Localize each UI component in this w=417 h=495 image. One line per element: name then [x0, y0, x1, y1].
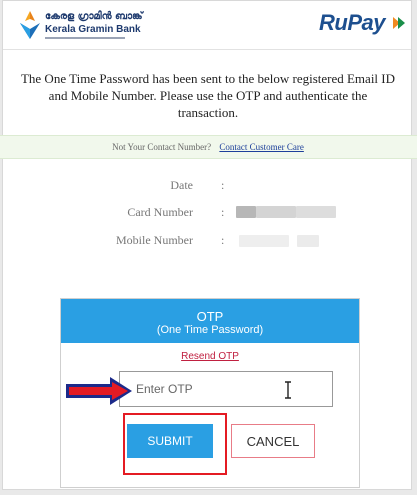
mobile-number-label: Mobile Number [116, 233, 193, 247]
otp-subtitle: (One Time Password) [156, 324, 264, 336]
text-cursor-icon [285, 381, 291, 399]
otp-input[interactable] [119, 371, 333, 407]
mobile-number-colon: : [221, 233, 225, 247]
mobile-number-redacted [297, 235, 319, 247]
card-number-redacted [296, 206, 336, 218]
card-number-redacted [256, 206, 296, 218]
otp-panel-header: OTP (One Time Password) [61, 299, 359, 343]
bank-name: Kerala Gramin Bank [45, 24, 141, 35]
card-number-redacted [236, 206, 256, 218]
resend-otp-link[interactable]: Resend OTP [61, 351, 359, 362]
rupay-arrow-icon [393, 17, 405, 29]
red-arrow-icon [66, 377, 132, 405]
page-header: കേരള ഗ്രാമിൻ ബാങ്ക് Kerala Gramin Bank R… [3, 1, 411, 50]
card-number-label: Card Number [127, 205, 193, 219]
detail-row-date: Date : [3, 178, 411, 194]
mobile-number-redacted [239, 235, 289, 247]
date-label: Date [170, 178, 193, 192]
bank-logo: കേരള ഗ്രാമിൻ ബാങ്ക് Kerala Gramin Bank [17, 9, 167, 43]
card-number-colon: : [221, 205, 225, 219]
otp-title: OTP [196, 309, 224, 324]
contact-band: Not Your Contact Number? Contact Custome… [0, 135, 417, 159]
bank-tagline [45, 37, 125, 39]
bank-name-malayalam: കേരള ഗ്രാമിൻ ബാങ്ക് [45, 11, 143, 22]
detail-row-card-number: Card Number : [3, 205, 411, 221]
contact-customer-care-link[interactable]: Contact Customer Care [219, 142, 303, 152]
rupay-logo: RuPay [319, 10, 385, 35]
otp-sent-message: The One Time Password has been sent to t… [20, 71, 396, 120]
submit-highlight-box [123, 413, 227, 475]
detail-row-mobile-number: Mobile Number : [3, 233, 411, 249]
date-colon: : [221, 178, 225, 192]
cancel-button[interactable]: CANCEL [231, 424, 315, 458]
contact-prompt: Not Your Contact Number? [112, 142, 212, 152]
bank-emblem-icon [20, 11, 40, 39]
